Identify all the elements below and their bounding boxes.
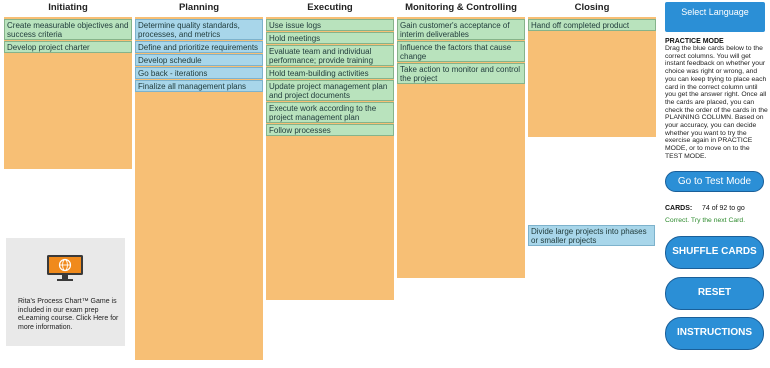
cards-count: 74 of 92 to go: [702, 205, 745, 212]
card-executing[interactable]: Update project management plan and proje…: [266, 80, 394, 101]
draggable-card-unplaced[interactable]: Divide large projects into phases or sma…: [528, 225, 655, 246]
column-title-monitoring: Monitoring & Controlling: [405, 2, 517, 13]
mode-title: PRACTICE MODE: [665, 38, 724, 45]
column-title-planning: Planning: [178, 2, 220, 13]
column-title-executing: Executing: [307, 2, 353, 13]
card-monitoring[interactable]: Gain customer's acceptance of interim de…: [397, 19, 525, 40]
card-initiating[interactable]: Develop project charter: [4, 41, 132, 53]
cards-label: CARDS:: [665, 205, 693, 212]
column-title-initiating: Initiating: [48, 2, 88, 13]
shuffle-cards-button[interactable]: SHUFFLE CARDS: [665, 236, 764, 269]
card-monitoring[interactable]: Influence the factors that cause change: [397, 41, 525, 62]
card-planning[interactable]: Define and prioritize requirements: [135, 41, 263, 53]
card-planning[interactable]: Go back - iterations: [135, 67, 263, 79]
select-language-button[interactable]: Select Language: [665, 2, 765, 32]
promo-text[interactable]: Rita's Process Chart™ Game is included i…: [18, 298, 120, 332]
instructions-text: Drag the blue cards below to the correct…: [665, 45, 768, 160]
column-closing-dropzone[interactable]: [528, 17, 656, 137]
instructions-button[interactable]: INSTRUCTIONS: [665, 317, 764, 350]
card-planning[interactable]: Finalize all management plans: [135, 80, 263, 92]
card-planning[interactable]: Develop schedule: [135, 54, 263, 66]
feedback-message: Correct. Try the next Card.: [665, 217, 746, 224]
card-initiating[interactable]: Create measurable objectives and success…: [4, 19, 132, 40]
card-executing[interactable]: Follow processes: [266, 124, 394, 136]
card-closing[interactable]: Hand off completed product: [528, 19, 656, 31]
card-executing[interactable]: Execute work according to the project ma…: [266, 102, 394, 123]
test-mode-button[interactable]: Go to Test Mode: [665, 171, 764, 192]
monitor-globe-icon: [47, 255, 83, 281]
card-executing[interactable]: Hold meetings: [266, 32, 394, 44]
card-executing[interactable]: Hold team-building activities: [266, 67, 394, 79]
promo-box[interactable]: Rita's Process Chart™ Game is included i…: [6, 238, 125, 346]
reset-button[interactable]: RESET: [665, 277, 764, 310]
card-executing[interactable]: Use issue logs: [266, 19, 394, 31]
card-executing[interactable]: Evaluate team and individual performance…: [266, 45, 394, 66]
column-title-closing: Closing: [574, 2, 610, 13]
card-planning[interactable]: Determine quality standards, processes, …: [135, 19, 263, 40]
card-monitoring[interactable]: Take action to monitor and control the p…: [397, 63, 525, 84]
